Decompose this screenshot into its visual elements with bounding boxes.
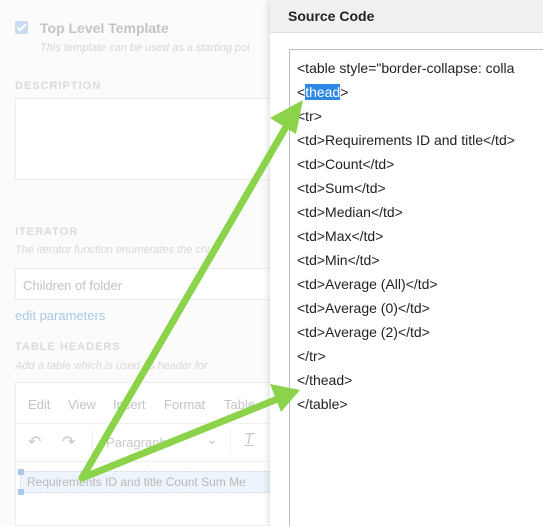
code-line: <td>Median</td> — [297, 204, 403, 220]
dialog-header: Source Code — [270, 0, 543, 33]
code-line: <td>Average (All)</td> — [297, 276, 438, 292]
table-headers-section-label: TABLE HEADERS — [15, 341, 121, 353]
table-headers-editor: Edit View Insert Format Table ↶ ↷ Paragr… — [15, 382, 281, 526]
toolbar-divider — [230, 431, 231, 453]
clear-formatting-icon[interactable]: T — [244, 431, 254, 449]
top-level-template-checkbox[interactable] — [15, 21, 28, 34]
iterator-section-label: ITERATOR — [15, 226, 79, 238]
table-resize-handle[interactable] — [18, 469, 24, 475]
code-text: < — [297, 84, 306, 100]
menu-table[interactable]: Table — [224, 397, 255, 412]
toolbar-divider — [92, 431, 93, 453]
code-line: <td>Count</td> — [297, 156, 395, 172]
code-line: <td>Min</td> — [297, 252, 380, 268]
code-line: <td>Sum</td> — [297, 180, 386, 196]
code-line: <tr> — [297, 108, 322, 124]
edit-parameters-link[interactable]: edit parameters — [15, 308, 105, 323]
header-table-row-text: Requirements ID and title Count Sum Me — [27, 475, 246, 489]
code-text: > — [340, 84, 349, 100]
code-line: </thead> — [297, 372, 353, 388]
dialog-title: Source Code — [288, 8, 375, 24]
code-line: </table> — [297, 396, 348, 412]
editor-toolbar: ↶ ↷ Paragraph ⌄ T — [16, 423, 280, 462]
header-table-row[interactable]: Requirements ID and title Count Sum Me — [18, 469, 281, 495]
code-line: <td>Requirements ID and title</td> — [297, 132, 515, 148]
editor-menubar: Edit View Insert Format Table — [16, 383, 280, 424]
iterator-hint: The iterator function enumerates the chi — [15, 244, 210, 256]
chevron-down-icon[interactable]: ⌄ — [206, 431, 218, 448]
template-form-panel: Top Level Template This template can be … — [0, 0, 281, 526]
iterator-value: Children of folder — [23, 278, 122, 293]
undo-icon[interactable]: ↶ — [28, 432, 41, 452]
description-section-label: DESCRIPTION — [15, 80, 102, 92]
table-resize-handle[interactable] — [18, 489, 24, 495]
source-code-dialog: Source Code <table style="border-collaps… — [270, 0, 543, 526]
menu-format[interactable]: Format — [164, 397, 205, 412]
top-level-template-hint: This template can be used as a starting … — [40, 42, 250, 54]
code-line: </tr> — [297, 348, 326, 364]
code-line: <td>Average (0)</td> — [297, 300, 430, 316]
menu-edit[interactable]: Edit — [28, 397, 50, 412]
code-line: <table style="border-collapse: colla — [297, 60, 515, 76]
code-line: <td>Max</td> — [297, 228, 384, 244]
code-line: <thead> — [297, 84, 348, 100]
top-level-template-label: Top Level Template — [40, 20, 169, 36]
iterator-select[interactable]: Children of folder — [15, 268, 280, 300]
block-format-select[interactable]: Paragraph — [106, 435, 167, 450]
table-headers-hint: Add a table which is used as header for — [15, 360, 208, 372]
redo-icon[interactable]: ↷ — [62, 432, 75, 452]
source-code-textarea[interactable]: <table style="border-collapse: colla <th… — [289, 49, 543, 526]
description-textarea[interactable] — [15, 98, 281, 180]
menu-insert[interactable]: Insert — [113, 397, 146, 412]
code-line: <td>Average (2)</td> — [297, 324, 430, 340]
selected-text: thead — [305, 84, 341, 100]
menu-view[interactable]: View — [68, 397, 96, 412]
